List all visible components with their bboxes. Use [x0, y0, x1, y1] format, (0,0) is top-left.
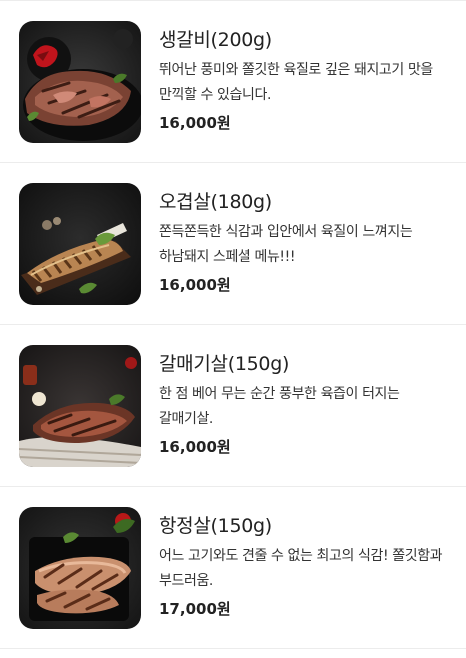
- menu-item[interactable]: 갈매기살(150g) 한 점 베어 무는 순간 풍부한 육즙이 터지는 갈매기살…: [0, 324, 466, 486]
- menu-item[interactable]: 항정살(150g) 어느 고기와도 견줄 수 없는 최고의 식감! 쫄깃함과 부…: [0, 486, 466, 648]
- menu-list: 생갈비(200g) 뛰어난 풍미와 쫄깃한 육질로 깊은 돼지고기 맛을 만끽할…: [0, 0, 466, 658]
- menu-item-price: 16,000원: [159, 114, 231, 132]
- menu-item-price: 16,000원: [159, 438, 231, 456]
- menu-item-description: 어느 고기와도 견줄 수 없는 최고의 식감! 쫄깃함과 부드러움.: [159, 548, 443, 589]
- menu-item-name: 항정살(150g): [159, 515, 272, 537]
- grilled-pork-ribs-photo: [19, 21, 141, 143]
- menu-item[interactable]: 생갈비(200g) 뛰어난 풍미와 쫄깃한 육질로 깊은 돼지고기 맛을 만끽할…: [0, 0, 466, 162]
- menu-item-price: 16,000원: [159, 276, 231, 294]
- menu-item-info: 오겹살(180g) 쫀득쫀득한 식감과 입안에서 육질이 느껴지는 하남돼지 스…: [159, 188, 449, 297]
- menu-item-description: 뛰어난 풍미와 쫄깃한 육질로 깊은 돼지고기 맛을 만끽할 수 있습니다.: [159, 62, 433, 103]
- menu-item-name: 생갈비(200g): [159, 29, 272, 51]
- menu-item-name: 오겹살(180g): [159, 191, 272, 213]
- grilled-pork-belly-photo: [19, 183, 141, 305]
- menu-item-price: 17,000원: [159, 600, 231, 618]
- grilled-skirt-meat-photo: [19, 345, 141, 467]
- menu-item-info: 생갈비(200g) 뛰어난 풍미와 쫄깃한 육질로 깊은 돼지고기 맛을 만끽할…: [159, 26, 449, 135]
- menu-item-description: 쫀득쫀득한 식감과 입안에서 육질이 느껴지는 하남돼지 스페셜 메뉴!!!: [159, 224, 413, 265]
- menu-item-name: 갈매기살(150g): [159, 353, 290, 375]
- menu-item-info: 항정살(150g) 어느 고기와도 견줄 수 없는 최고의 식감! 쫄깃함과 부…: [159, 512, 449, 621]
- grilled-pork-jowl-photo: [19, 507, 141, 629]
- divider: [0, 648, 466, 649]
- menu-item-description: 한 점 베어 무는 순간 풍부한 육즙이 터지는 갈매기살.: [159, 386, 400, 427]
- menu-item-info: 갈매기살(150g) 한 점 베어 무는 순간 풍부한 육즙이 터지는 갈매기살…: [159, 350, 449, 459]
- menu-item[interactable]: 오겹살(180g) 쫀득쫀득한 식감과 입안에서 육질이 느껴지는 하남돼지 스…: [0, 162, 466, 324]
